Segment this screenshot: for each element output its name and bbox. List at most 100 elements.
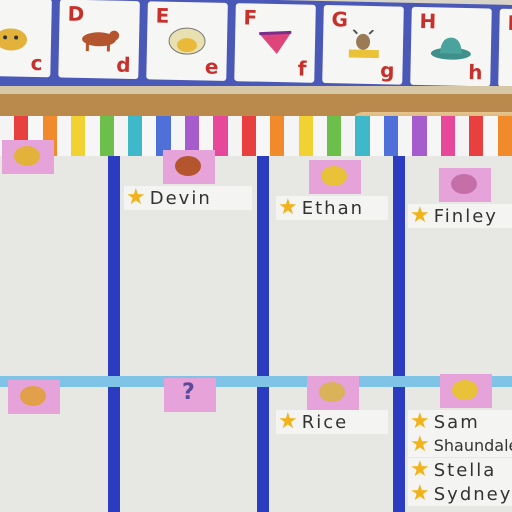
letter-tag (439, 168, 491, 202)
card-lower-letter: f (297, 56, 307, 81)
border-stripe (469, 116, 484, 156)
student-name: Sam (433, 411, 480, 433)
star-icon: ★ (126, 185, 146, 210)
fan-icon (451, 174, 477, 194)
name-card: ★ Finley (408, 204, 512, 228)
question-mark: ? (182, 380, 195, 405)
rainbow-border (0, 116, 512, 156)
border-stripe (355, 116, 370, 156)
border-stripe (312, 116, 328, 156)
star-icon: ★ (410, 481, 430, 506)
card-lower-letter: d (115, 52, 131, 77)
border-stripe (455, 116, 470, 156)
star-icon: ★ (410, 432, 430, 457)
wall-trim (0, 86, 512, 94)
alphabet-card-e: E e (146, 1, 228, 81)
border-stripe (383, 116, 399, 156)
border-stripe (270, 116, 285, 156)
hat-icon (430, 37, 471, 60)
student-name: Shaundale (433, 435, 512, 455)
border-stripe (341, 116, 356, 156)
column-divider (108, 156, 120, 512)
border-stripe (213, 116, 228, 156)
star-icon: ★ (278, 409, 298, 434)
student-name: Sydney (433, 483, 512, 505)
student-name: Ethan (301, 197, 365, 219)
card-lower-letter: g (379, 58, 395, 83)
name-card: ★ Ethan (276, 196, 388, 220)
alphabet-card-h: H h (410, 6, 492, 87)
student-name: Devin (149, 187, 212, 209)
name-card: ★ Stella (408, 458, 512, 482)
border-stripe (99, 116, 114, 156)
pig-icon (20, 386, 46, 406)
border-stripe (284, 116, 299, 156)
dog-icon (82, 30, 120, 52)
letter-tag (307, 376, 359, 410)
egg-icon (168, 27, 206, 55)
alphabet-card-d: D d (58, 0, 140, 80)
letter-tag: ? (164, 378, 216, 412)
letter-tag (8, 380, 60, 414)
name-card: ★ Sam (408, 410, 512, 434)
alphabet-card-g: G g (322, 4, 404, 85)
card-upper-letter: F (243, 5, 258, 30)
star-icon: ★ (278, 195, 298, 220)
classroom-photo: c D d E e F f G g H h I ★ Devin ★ Ethan … (0, 0, 512, 512)
egg-icon (321, 166, 347, 186)
name-card: ★ Shaundale (408, 433, 512, 457)
star-icon: ★ (410, 457, 430, 482)
border-stripe (327, 116, 342, 156)
star-icon: ★ (410, 203, 430, 228)
row-rail (0, 376, 512, 387)
border-stripe (85, 116, 100, 156)
alphabet-strip: c D d E e F f G g H h I (0, 0, 512, 98)
fan-icon (259, 30, 292, 55)
card-upper-letter: H (419, 9, 437, 34)
alphabet-card-c: c (0, 0, 52, 78)
letter-tag (309, 160, 361, 194)
name-card: ★ Sydney (408, 482, 512, 506)
student-name: Finley (433, 205, 498, 227)
card-lower-letter: h (467, 60, 483, 85)
border-stripe (412, 116, 427, 156)
border-stripe (142, 116, 157, 156)
alphabet-card-i: I (498, 8, 512, 89)
name-card: ★ Devin (124, 186, 252, 210)
card-upper-letter: I (507, 10, 512, 35)
alphabet-card-f: F f (234, 3, 316, 83)
letter-tag (163, 150, 215, 184)
goat-icon (348, 29, 379, 59)
border-stripe (426, 116, 441, 156)
border-stripe (298, 116, 313, 156)
column-divider (257, 156, 269, 512)
border-stripe (227, 116, 242, 156)
border-stripe (497, 116, 512, 156)
card-upper-letter: E (155, 3, 170, 28)
student-name: Stella (433, 459, 497, 481)
cat-icon (14, 146, 40, 166)
border-stripe (440, 116, 455, 156)
sun-icon (452, 380, 478, 400)
border-stripe (255, 116, 271, 156)
column-divider (393, 156, 405, 512)
border-stripe (398, 116, 413, 156)
border-stripe (369, 116, 384, 156)
rainbow-icon (319, 382, 345, 402)
dog-icon (175, 156, 201, 176)
student-name: Rice (301, 411, 349, 433)
card-lower-letter: e (204, 54, 219, 79)
card-lower-letter: c (30, 50, 43, 76)
star-icon: ★ (410, 409, 430, 434)
letter-tag (2, 140, 54, 174)
name-card: ★ Rice (276, 410, 388, 434)
border-stripe (127, 116, 143, 156)
cat-icon (0, 28, 28, 51)
border-stripe (56, 116, 72, 156)
border-stripe (483, 116, 498, 156)
border-stripe (71, 116, 86, 156)
border-stripe (113, 116, 128, 156)
border-stripe (241, 116, 256, 156)
letter-tag (440, 374, 492, 408)
card-upper-letter: D (67, 1, 85, 26)
